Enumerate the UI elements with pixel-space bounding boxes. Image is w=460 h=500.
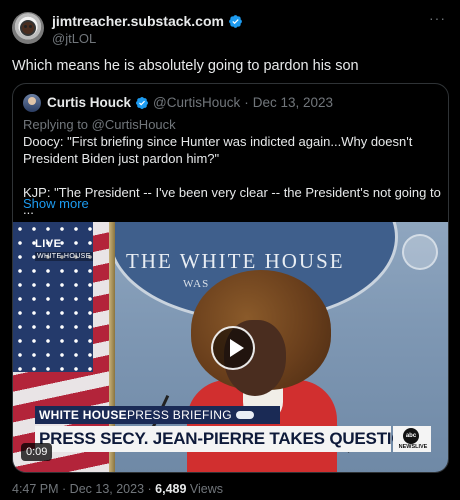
show-more-link[interactable]: Show more <box>23 196 89 211</box>
more-horizontal-icon[interactable]: ··· <box>429 10 446 26</box>
live-badge: LIVE WHITE HOUSE <box>35 234 93 261</box>
network-logo-sub: NEWSLIVE <box>398 444 428 450</box>
quote-handle[interactable]: @CurtisHouck <box>153 95 240 110</box>
replying-prefix: Replying to <box>23 117 92 132</box>
lower-third-main: PRESS SECY. JEAN-PIERRE TAKES QUESTIONS <box>35 426 428 452</box>
tweet-time[interactable]: 4:47 PM <box>12 482 59 496</box>
tweet-footer: 4:47 PM · Dec 13, 2023 · 6,489 Views <box>12 482 223 496</box>
author-avatar[interactable] <box>12 12 44 44</box>
network-logo-mark: abc <box>403 428 419 444</box>
quote-separator: · <box>244 95 249 110</box>
author-display-name[interactable]: jimtreacher.substack.com <box>52 13 224 29</box>
views-label: Views <box>186 482 224 496</box>
lower-third-pill <box>235 411 254 419</box>
footer-separator: · <box>58 482 70 496</box>
avatar-face <box>20 20 36 36</box>
quoted-tweet[interactable]: Curtis Houck @CurtisHouck · Dec 13, 2023… <box>12 83 449 473</box>
verified-badge-icon <box>229 14 242 28</box>
replying-to: Replying to @CurtisHouck <box>23 117 176 132</box>
network-logo: abc NEWSLIVE <box>393 426 431 452</box>
footer-separator: · <box>144 482 156 496</box>
quote-display-name[interactable]: Curtis Houck <box>47 95 131 110</box>
tweet-text: Which means he is absolutely going to pa… <box>12 58 359 74</box>
live-label: LIVE <box>35 238 62 250</box>
verified-badge-icon <box>136 96 148 109</box>
lower-third-top: WHITE HOUSE PRESS BRIEFING <box>35 406 280 424</box>
avatar-eye-right <box>29 25 32 28</box>
lower-third-headline: PRESS SECY. JEAN-PIERRE TAKES QUESTIONS <box>39 429 428 448</box>
quote-name-row: Curtis Houck @CurtisHouck · Dec 13, 2023 <box>47 95 333 110</box>
avatar-eye-left <box>24 25 27 28</box>
author-name-row: jimtreacher.substack.com <box>52 13 243 29</box>
quote-author-avatar[interactable] <box>23 94 41 112</box>
author-handle[interactable]: @jtLOL <box>52 31 96 46</box>
live-sublabel: WHITE HOUSE <box>35 252 93 261</box>
tweet-date[interactable]: Dec 13, 2023 <box>70 482 144 496</box>
lower-third-top-b: PRESS BRIEFING <box>126 408 232 422</box>
play-icon[interactable] <box>211 326 255 370</box>
watermark-icon <box>402 234 438 270</box>
video-duration: 0:09 <box>21 443 53 461</box>
quote-body-line: Doocy: "First briefing since Hunter was … <box>23 134 413 166</box>
tweet: jimtreacher.substack.com @jtLOL ··· Whic… <box>0 0 460 500</box>
quote-date[interactable]: Dec 13, 2023 <box>253 95 333 110</box>
lower-third-top-a: WHITE HOUSE <box>39 408 127 422</box>
video-player[interactable]: THE WHITE HOUSE WAS LIVE WHITE HOUSE WHI… <box>13 222 448 472</box>
quote-body-gap <box>23 167 443 184</box>
views-count[interactable]: 6,489 <box>155 482 186 496</box>
replying-mention[interactable]: @CurtisHouck <box>92 117 176 132</box>
